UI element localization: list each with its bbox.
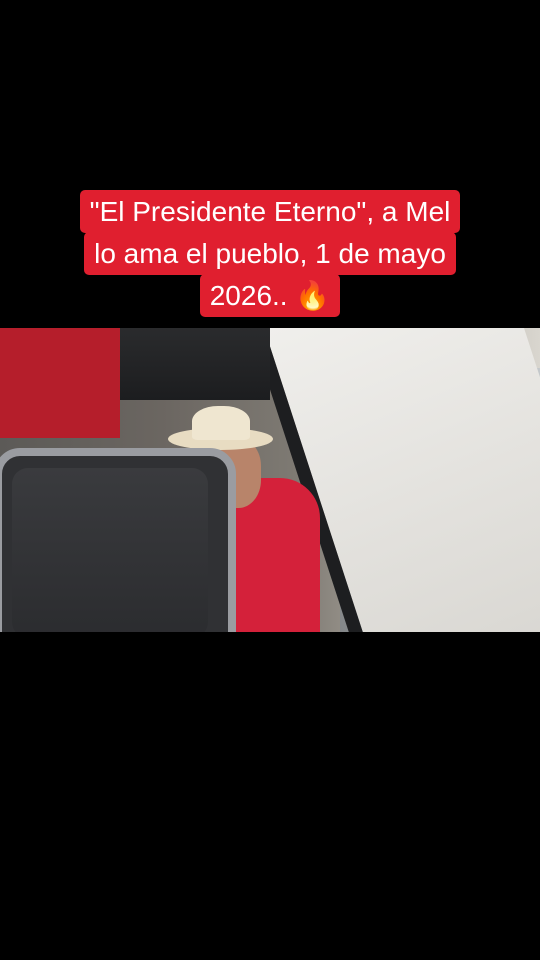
caption-line-3: 2026.. 🔥 [199, 274, 341, 317]
smartphone-screen [12, 468, 208, 632]
fire-emoji-icon: 🔥 [295, 280, 331, 311]
caption-line-2: lo ama el pueblo, 1 de mayo [84, 232, 456, 275]
video-frame[interactable] [0, 328, 540, 632]
caption-line-1: "El Presidente Eterno", a Mel [79, 190, 461, 233]
video-post-screen[interactable]: "El Presidente Eterno", a Mel lo ama el … [0, 0, 540, 960]
caption-line-3-text: 2026.. [209, 280, 288, 311]
caption-overlay: "El Presidente Eterno", a Mel lo ama el … [0, 190, 540, 317]
cowboy-hat-driver-crown [192, 406, 250, 440]
red-shirt-crowd [0, 328, 120, 438]
